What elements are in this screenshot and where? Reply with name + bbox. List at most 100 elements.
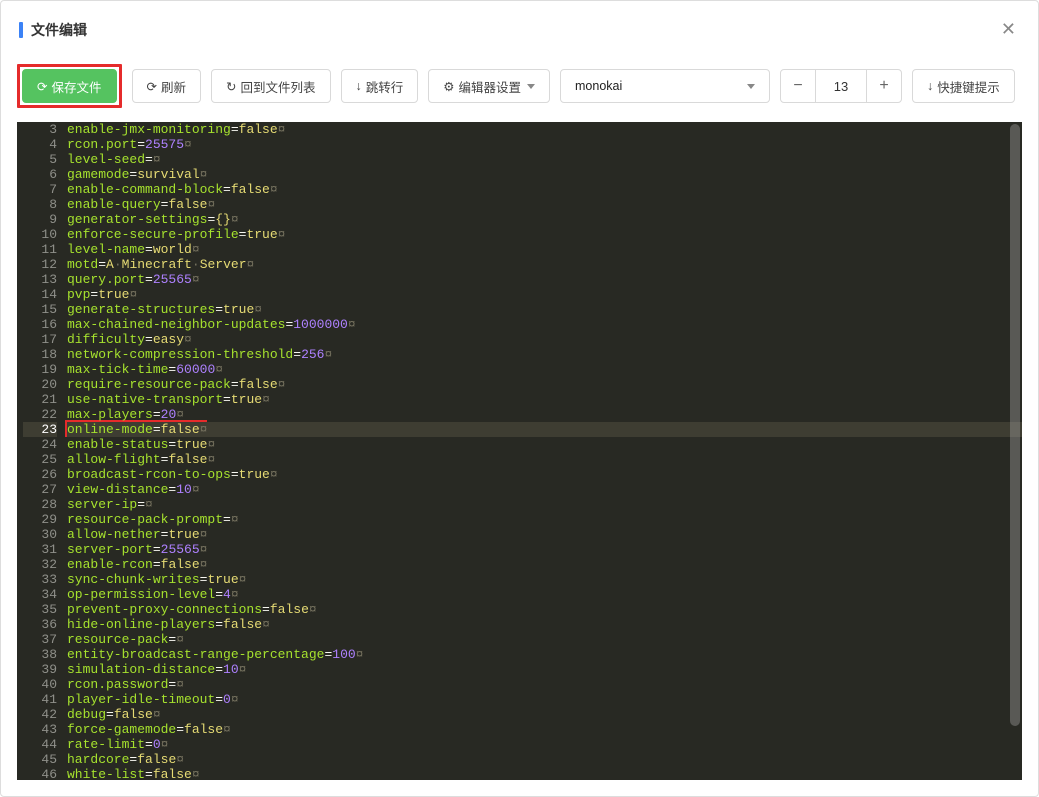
toolbar: ⟳ 保存文件 ⟳ 刷新 ↻ 回到文件列表 ↓ 跳转行 ⚙ 编辑器设置 monok…	[1, 58, 1038, 122]
editor-scrollbar[interactable]	[1010, 124, 1020, 778]
gutter-line-number: 10	[23, 227, 57, 242]
code-line[interactable]: allow-flight=false¤	[67, 452, 1022, 467]
gutter-line-number: 22	[23, 407, 57, 422]
code-line[interactable]: enable-query=false¤	[67, 197, 1022, 212]
code-line[interactable]: enable-command-block=false¤	[67, 182, 1022, 197]
code-line[interactable]: level-name=world¤	[67, 242, 1022, 257]
close-icon[interactable]: ✕	[997, 15, 1020, 44]
back-to-list-button[interactable]: ↻ 回到文件列表	[211, 69, 331, 103]
code-line[interactable]: generate-structures=true¤	[67, 302, 1022, 317]
save-button-highlight: ⟳ 保存文件	[17, 64, 122, 108]
code-line[interactable]: force-gamemode=false¤	[67, 722, 1022, 737]
down-arrow-icon: ↓	[356, 79, 362, 93]
gutter-line-number: 15	[23, 302, 57, 317]
editor-settings-button[interactable]: ⚙ 编辑器设置	[428, 69, 550, 103]
gutter-line-number: 23	[23, 422, 57, 437]
goto-button-label: 跳转行	[366, 77, 404, 96]
code-line[interactable]: rcon.port=25575¤	[67, 137, 1022, 152]
code-line[interactable]: sync-chunk-writes=true¤	[67, 572, 1022, 587]
gutter-line-number: 21	[23, 392, 57, 407]
gutter-line-number: 8	[23, 197, 57, 212]
theme-select-value: monokai	[575, 79, 622, 93]
code-line[interactable]: simulation-distance=10¤	[67, 662, 1022, 677]
gutter-line-number: 12	[23, 257, 57, 272]
code-line[interactable]: pvp=true¤	[67, 287, 1022, 302]
gutter-line-number: 31	[23, 542, 57, 557]
gutter-line-number: 46	[23, 767, 57, 780]
code-line[interactable]: view-distance=10¤	[67, 482, 1022, 497]
gutter-line-number: 45	[23, 752, 57, 767]
editor-gutter: 3456789101112131415161718192021222324252…	[17, 122, 67, 780]
back-button-label: 回到文件列表	[240, 77, 315, 96]
gutter-line-number: 3	[23, 122, 57, 137]
font-size-value[interactable]: 13	[815, 70, 867, 102]
gutter-line-number: 43	[23, 722, 57, 737]
code-line[interactable]: rate-limit=0¤	[67, 737, 1022, 752]
goto-line-button[interactable]: ↓ 跳转行	[341, 69, 419, 103]
code-line[interactable]: query.port=25565¤	[67, 272, 1022, 287]
code-line[interactable]: server-ip=¤	[67, 497, 1022, 512]
code-line[interactable]: max-players=20¤	[67, 407, 1022, 422]
code-line[interactable]: enforce-secure-profile=true¤	[67, 227, 1022, 242]
font-size-increase[interactable]: +	[867, 70, 901, 102]
code-line[interactable]: allow-nether=true¤	[67, 527, 1022, 542]
code-line[interactable]: broadcast-rcon-to-ops=true¤	[67, 467, 1022, 482]
title-accent	[19, 22, 23, 38]
code-editor[interactable]: 3456789101112131415161718192021222324252…	[17, 122, 1022, 780]
code-line[interactable]: white-list=false¤	[67, 767, 1022, 780]
gutter-line-number: 34	[23, 587, 57, 602]
refresh-button[interactable]: ⟳ 刷新	[132, 69, 202, 103]
gutter-line-number: 32	[23, 557, 57, 572]
code-line[interactable]: debug=false¤	[67, 707, 1022, 722]
code-line[interactable]: entity-broadcast-range-percentage=100¤	[67, 647, 1022, 662]
code-line[interactable]: use-native-transport=true¤	[67, 392, 1022, 407]
gutter-line-number: 38	[23, 647, 57, 662]
gutter-line-number: 20	[23, 377, 57, 392]
code-line[interactable]: player-idle-timeout=0¤	[67, 692, 1022, 707]
code-line[interactable]: generator-settings={}¤	[67, 212, 1022, 227]
save-icon: ⟳	[37, 79, 47, 94]
shortcuts-button[interactable]: ↓ 快捷键提示	[912, 69, 1015, 103]
settings-button-label: 编辑器设置	[458, 77, 521, 96]
code-line[interactable]: max-tick-time=60000¤	[67, 362, 1022, 377]
clock-icon: ↻	[226, 79, 236, 94]
gutter-line-number: 42	[23, 707, 57, 722]
code-line[interactable]: rcon.password=¤	[67, 677, 1022, 692]
gutter-line-number: 33	[23, 572, 57, 587]
font-size-stepper: − 13 +	[780, 69, 902, 103]
gutter-line-number: 36	[23, 617, 57, 632]
code-line[interactable]: prevent-proxy-connections=false¤	[67, 602, 1022, 617]
code-line[interactable]: op-permission-level=4¤	[67, 587, 1022, 602]
code-line[interactable]: difficulty=easy¤	[67, 332, 1022, 347]
gutter-line-number: 19	[23, 362, 57, 377]
code-line[interactable]: gamemode=survival¤	[67, 167, 1022, 182]
gutter-line-number: 13	[23, 272, 57, 287]
gutter-line-number: 7	[23, 182, 57, 197]
gutter-line-number: 9	[23, 212, 57, 227]
gutter-line-number: 41	[23, 692, 57, 707]
code-line[interactable]: motd=A·Minecraft·Server¤	[67, 257, 1022, 272]
save-button[interactable]: ⟳ 保存文件	[22, 69, 117, 103]
code-line[interactable]: hardcore=false¤	[67, 752, 1022, 767]
code-line[interactable]: enable-rcon=false¤	[67, 557, 1022, 572]
theme-select[interactable]: monokai	[560, 69, 770, 103]
gutter-line-number: 39	[23, 662, 57, 677]
code-line[interactable]: resource-pack=¤	[67, 632, 1022, 647]
gutter-line-number: 24	[23, 437, 57, 452]
code-line[interactable]: hide-online-players=false¤	[67, 617, 1022, 632]
code-line[interactable]: require-resource-pack=false¤	[67, 377, 1022, 392]
code-line[interactable]: max-chained-neighbor-updates=1000000¤	[67, 317, 1022, 332]
code-line[interactable]: network-compression-threshold=256¤	[67, 347, 1022, 362]
scrollbar-thumb[interactable]	[1010, 124, 1020, 726]
code-line[interactable]: server-port=25565¤	[67, 542, 1022, 557]
code-line[interactable]: level-seed=¤	[67, 152, 1022, 167]
gutter-line-number: 26	[23, 467, 57, 482]
code-line[interactable]: enable-jmx-monitoring=false¤	[67, 122, 1022, 137]
gutter-line-number: 27	[23, 482, 57, 497]
code-line[interactable]: online-mode=false¤	[67, 422, 1022, 437]
code-line[interactable]: resource-pack-prompt=¤	[67, 512, 1022, 527]
font-size-decrease[interactable]: −	[781, 70, 815, 102]
editor-content[interactable]: enable-jmx-monitoring=false¤rcon.port=25…	[67, 122, 1022, 780]
code-line[interactable]: enable-status=true¤	[67, 437, 1022, 452]
gutter-line-number: 37	[23, 632, 57, 647]
